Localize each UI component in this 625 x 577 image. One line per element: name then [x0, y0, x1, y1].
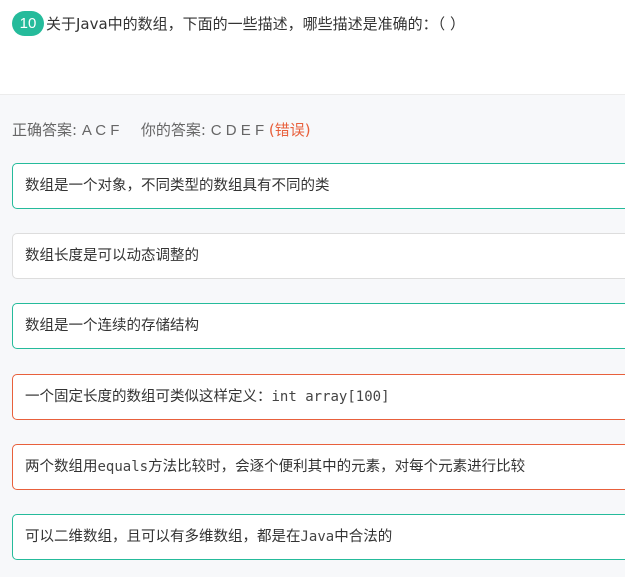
correct-answer-value: A C F	[81, 122, 120, 139]
option-f[interactable]: 可以二维数组，且可以有多维数组，都是在Java中合法的	[12, 514, 625, 560]
question-title: 关于Java中的数组，下面的一些描述，哪些描述是准确的：（ ）	[46, 15, 465, 33]
option-e[interactable]: 两个数组用equals方法比较时，会逐个便利其中的元素，对每个元素进行比较	[12, 444, 625, 490]
answer-summary: 正确答案: A C F 你的答案: C D E F (错误)	[12, 120, 311, 141]
option-d[interactable]: 一个固定长度的数组可类似这样定义：int array[100]	[12, 374, 625, 420]
option-text: 数组是一个连续的存储结构	[25, 318, 199, 334]
option-c[interactable]: 数组是一个连续的存储结构	[12, 303, 625, 349]
answer-status: (错误)	[268, 121, 311, 139]
option-text: 可以二维数组，且可以有多维数组，都是在	[25, 529, 301, 545]
option-text: 一个固定长度的数组可类似这样定义：	[25, 389, 272, 405]
your-answer-value: C D E F	[210, 122, 265, 139]
option-text: 两个数组用	[25, 459, 98, 475]
your-answer-label: 你的答案:	[140, 121, 206, 139]
option-text-after: 方法比较时，会逐个便利其中的元素，对每个元素进行比较	[148, 459, 526, 475]
option-code: equals	[97, 459, 149, 475]
question-number-badge: 10	[12, 11, 44, 36]
option-a[interactable]: 数组是一个对象，不同类型的数组具有不同的类	[12, 163, 625, 209]
option-code: int array[100]	[271, 389, 390, 405]
correct-answer-label: 正确答案:	[12, 121, 78, 139]
question-header: 10 关于Java中的数组，下面的一些描述，哪些描述是准确的：（ ）	[0, 0, 625, 94]
answer-panel: 正确答案: A C F 你的答案: C D E F (错误) 数组是一个对象，不…	[0, 94, 625, 577]
option-text: 数组长度是可以动态调整的	[25, 248, 199, 264]
option-b[interactable]: 数组长度是可以动态调整的	[12, 233, 625, 279]
option-text: 数组是一个对象，不同类型的数组具有不同的类	[25, 178, 330, 194]
option-text-after: 中合法的	[334, 529, 393, 545]
option-code: Java	[300, 529, 335, 545]
